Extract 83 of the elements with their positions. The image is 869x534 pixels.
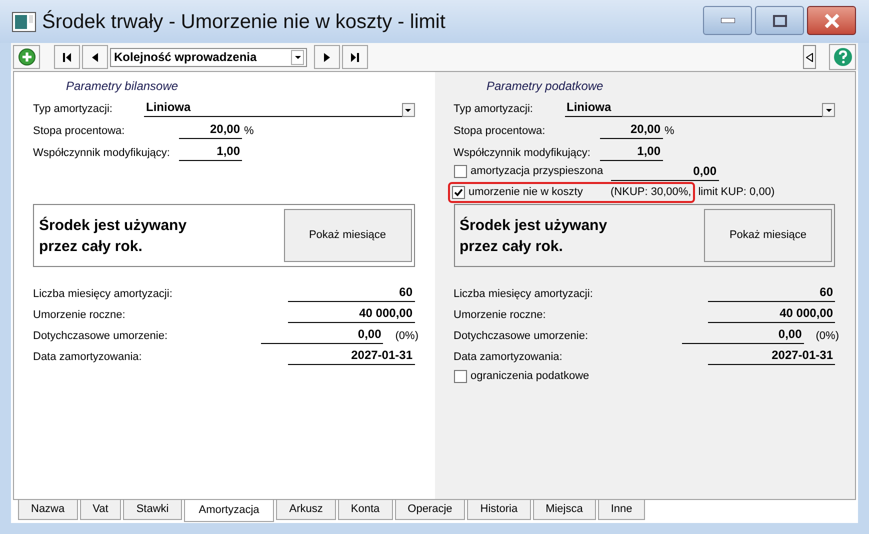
maximize-icon	[772, 14, 786, 26]
unit-label: %	[244, 124, 254, 138]
next-record-button[interactable]	[314, 45, 340, 69]
tab[interactable]: Nazwa	[18, 500, 78, 520]
first-record-button[interactable]	[54, 45, 80, 69]
window-title: Środek trwały - Umorzenie nie w koszty - limit	[42, 9, 446, 34]
value-field[interactable]: 40 000,00	[288, 304, 414, 323]
field-label: Umorzenie roczne:	[454, 308, 547, 322]
field-label: Liczba miesięcy amortyzacji:	[454, 286, 594, 302]
usage-note: Środek jest używany przez cały rok.	[460, 216, 608, 256]
field-label: Współczynnik modyfikujący:	[33, 146, 171, 160]
previous-record-button[interactable]	[82, 45, 108, 69]
number-field[interactable]: 20,00	[179, 120, 242, 139]
number-field[interactable]: 20,00	[600, 120, 662, 139]
number-field[interactable]: 1,00	[600, 142, 662, 161]
minimize-button[interactable]	[703, 6, 752, 35]
sort-order-dropdown[interactable]: Kolejność wprowadzenia	[110, 48, 307, 66]
triangle-icon	[806, 52, 813, 62]
tab[interactable]: Arkusz	[276, 500, 336, 520]
help-icon	[832, 47, 852, 67]
tab[interactable]: Amortyzacja	[184, 500, 274, 522]
value-field[interactable]: 0,00	[261, 325, 384, 344]
field-label: Typ amortyzacji:	[454, 102, 534, 116]
caret-icon	[405, 108, 411, 112]
show-months-button[interactable]: Pokaż miesiące	[284, 209, 412, 262]
collapse-button[interactable]	[803, 45, 816, 69]
percent-note: (0%)	[816, 328, 839, 344]
field-label: Umorzenie roczne:	[33, 308, 126, 322]
unit-label: %	[664, 124, 674, 138]
maximize-button[interactable]	[755, 6, 804, 35]
plus-icon	[18, 48, 36, 66]
number-field[interactable]: 0,00	[610, 162, 718, 181]
window-icon	[12, 12, 36, 32]
field-label: Data zamortyzowania:	[33, 350, 143, 364]
tab[interactable]: Konta	[338, 500, 393, 520]
field-label: Dotychczasowe umorzenie:	[454, 328, 590, 344]
note-text: limit KUP: 0,00)	[698, 185, 775, 200]
field-label: Typ amortyzacji:	[33, 102, 114, 116]
value-field[interactable]: 60	[708, 283, 835, 302]
tab[interactable]: Operacje	[394, 500, 466, 520]
note-text: (NKUP: 30,00%,	[610, 185, 692, 200]
value-field[interactable]: 40 000,00	[708, 304, 835, 323]
dropdown[interactable]: Liniowa	[144, 98, 414, 117]
section-heading: Parametry podatkowe	[486, 78, 604, 95]
add-button[interactable]	[13, 45, 40, 69]
percent-note: (0%)	[395, 328, 418, 344]
value-field[interactable]: 2027-01-31	[288, 346, 414, 365]
dropdown[interactable]: Liniowa	[564, 98, 835, 117]
previous-icon	[92, 52, 98, 62]
field-label: Dotychczasowe umorzenie:	[33, 328, 169, 344]
value-field[interactable]: 2027-01-31	[708, 346, 835, 365]
checkbox[interactable]	[454, 370, 466, 383]
tab[interactable]: Stawki	[123, 500, 182, 520]
last-record-button[interactable]	[342, 45, 368, 69]
tab[interactable]: Vat	[80, 500, 122, 520]
checkbox-label[interactable]: umorzenie nie w koszty	[468, 184, 606, 201]
tab[interactable]: Miejsca	[532, 500, 596, 520]
checkbox-label[interactable]: ograniczenia podatkowe	[470, 368, 590, 385]
close-icon	[824, 14, 840, 28]
first-icon	[63, 52, 71, 62]
minimize-icon	[720, 18, 734, 23]
field-label: Współczynnik modyfikujący:	[454, 146, 592, 160]
tab[interactable]: Inne	[598, 500, 646, 520]
usage-note: Środek jest używany przez cały rok.	[39, 216, 187, 256]
section-heading: Parametry bilansowe	[65, 78, 180, 95]
number-field[interactable]: 1,00	[179, 142, 242, 161]
help-button[interactable]	[829, 44, 856, 70]
last-icon	[351, 52, 359, 62]
close-button[interactable]	[807, 6, 856, 35]
value-field[interactable]: 60	[288, 283, 414, 302]
field-label: Data zamortyzowania:	[454, 350, 564, 364]
caret-icon	[294, 56, 300, 58]
show-months-button[interactable]: Pokaż miesiące	[704, 209, 832, 262]
caret-icon	[826, 108, 832, 112]
checkbox[interactable]	[454, 165, 466, 178]
checkbox[interactable]	[452, 186, 464, 199]
value-field[interactable]: 0,00	[682, 325, 804, 344]
tab[interactable]: Historia	[467, 500, 531, 520]
field-label: Stopa procentowa:	[33, 124, 126, 138]
field-label: Stopa procentowa:	[454, 124, 546, 138]
field-label: Liczba miesięcy amortyzacji:	[33, 286, 174, 302]
next-icon	[324, 52, 330, 62]
checkbox-label[interactable]: amortyzacja przyspieszona	[470, 163, 608, 180]
